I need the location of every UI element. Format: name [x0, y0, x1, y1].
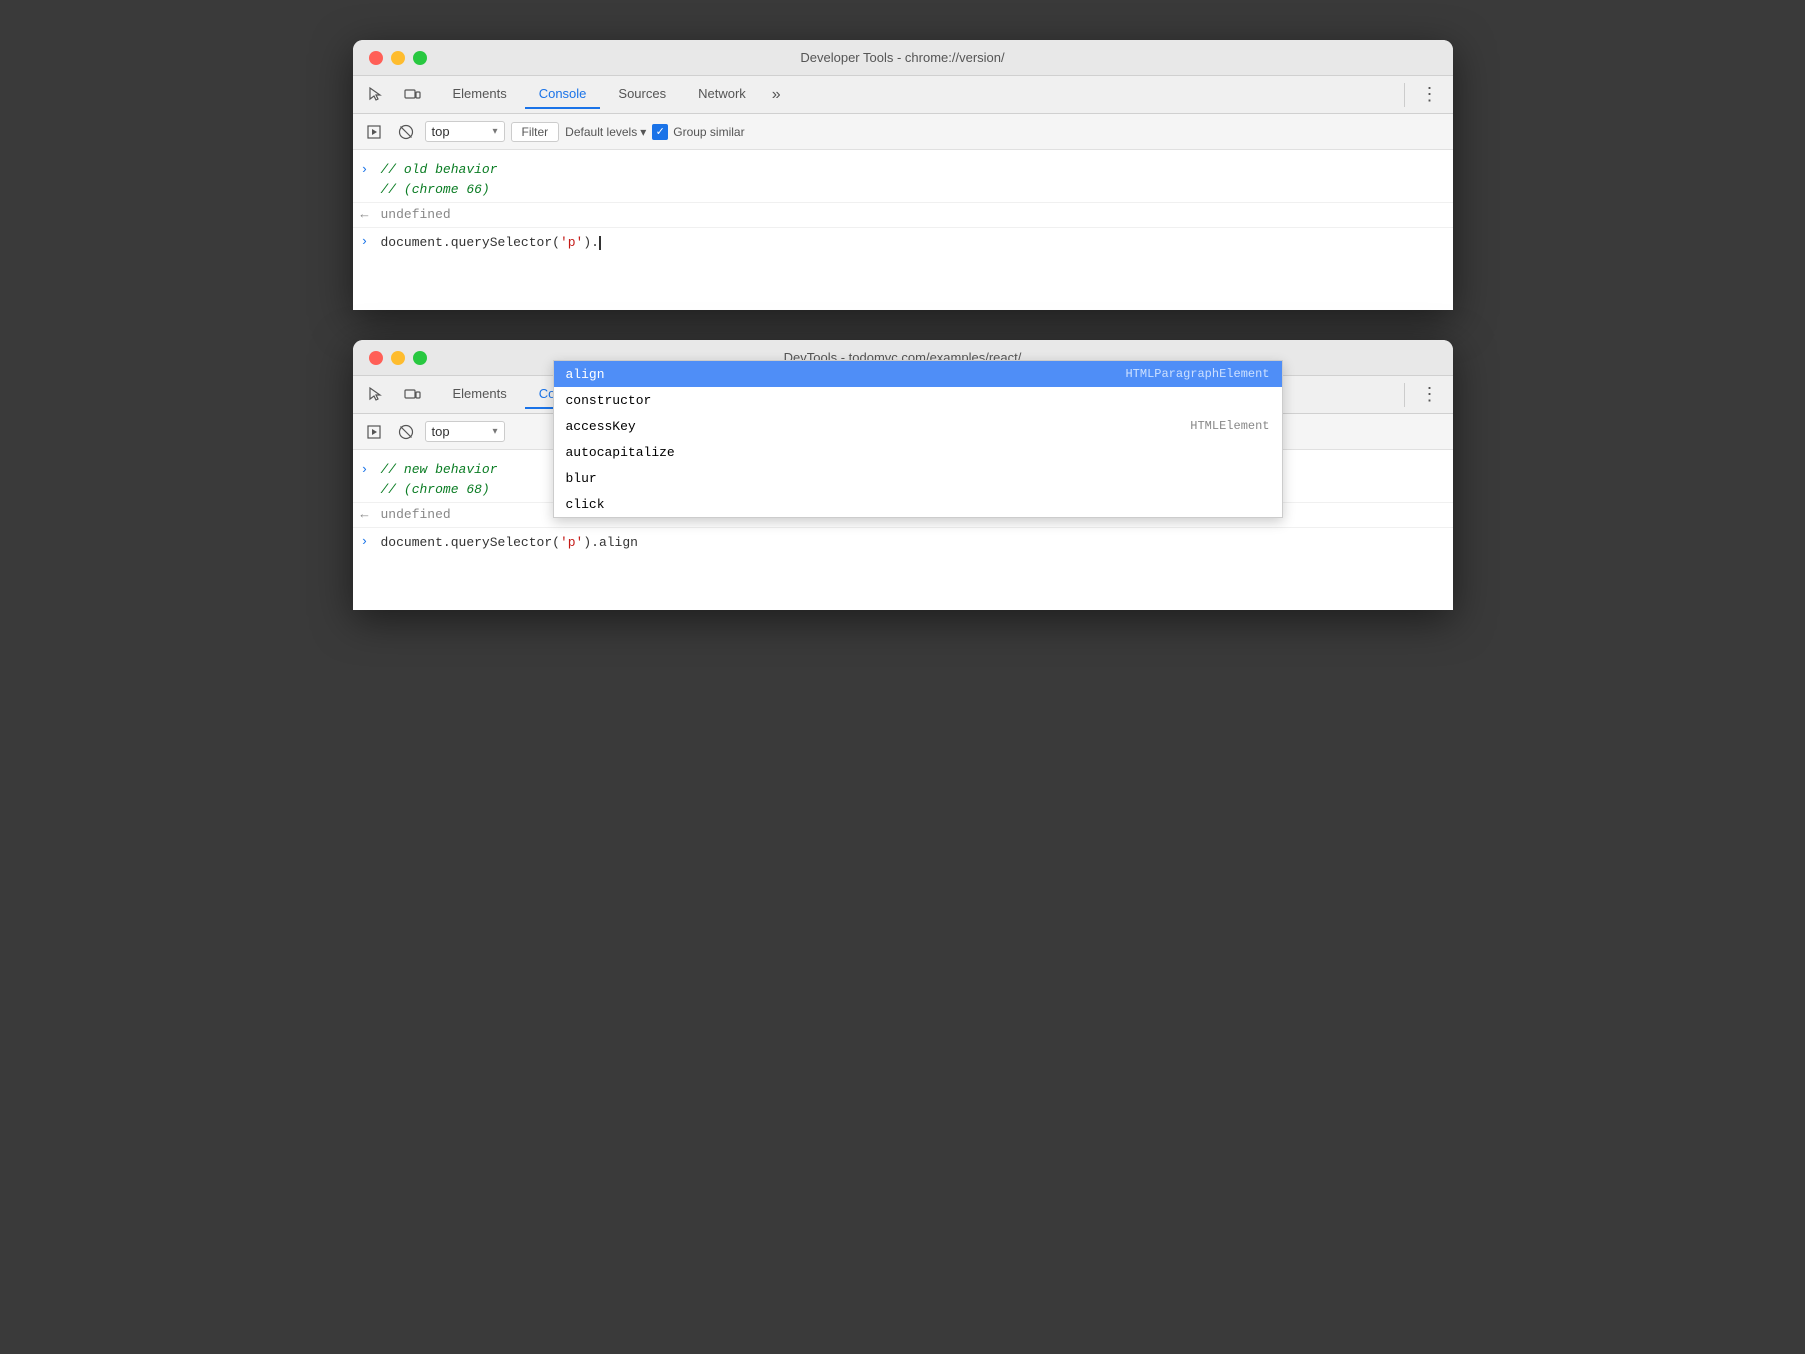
group-similar-label-1: Group similar [673, 125, 744, 139]
input-prompt-2: › [361, 532, 373, 552]
autocomplete-label-5: click [566, 497, 1270, 512]
console-code-1: // old behavior// (chrome 66) [381, 160, 498, 200]
console-entry-1: › // old behavior// (chrome 66) [353, 158, 1453, 203]
group-similar-container-1: ✓ Group similar [652, 124, 744, 140]
prompt-icon-3: › [361, 460, 373, 480]
console-toolbar-1: top ▾ Filter Default levels ▾ ✓ Group si… [353, 114, 1453, 150]
window-controls-1 [369, 51, 427, 65]
devtools-window-1: Developer Tools - chrome://version/ Elem… [353, 40, 1453, 310]
prompt-icon-1: › [361, 160, 373, 180]
autocomplete-label-0: align [566, 367, 1126, 382]
more-options-icon-2[interactable]: ⋮ [1415, 380, 1445, 410]
autocomplete-label-2: accessKey [566, 419, 1191, 434]
context-label-2: top [432, 424, 450, 439]
console-input-text-1: document.querySelector('p'). [381, 235, 601, 250]
window-controls-2 [369, 351, 427, 365]
inspect-icon-2[interactable] [361, 380, 391, 410]
inspect-icon[interactable] [361, 80, 391, 110]
tab-bar-right-1: ⋮ [1398, 80, 1445, 110]
close-button-1[interactable] [369, 51, 383, 65]
autocomplete-item-2[interactable]: accessKey HTMLElement [554, 413, 1282, 439]
autocomplete-item-0[interactable]: align HTMLParagraphElement [554, 361, 1282, 387]
run-script-button-2[interactable] [361, 419, 387, 445]
return-icon-2: ← [361, 505, 373, 525]
autocomplete-label-3: autocapitalize [566, 445, 1270, 460]
tab-console-1[interactable]: Console [525, 80, 601, 109]
autocomplete-label-1: constructor [566, 393, 1270, 408]
return-icon-1: ← [361, 205, 373, 225]
autocomplete-type-0: HTMLParagraphElement [1125, 367, 1269, 381]
autocomplete-item-1[interactable]: constructor [554, 387, 1282, 413]
minimize-button-2[interactable] [391, 351, 405, 365]
console-input-line-1[interactable]: › document.querySelector('p'). [353, 228, 1453, 256]
tab-bar-icons-1 [361, 80, 427, 110]
string-value-2: 'p' [560, 535, 583, 550]
tab-bar-1: Elements Console Sources Network » ⋮ [353, 76, 1453, 114]
autocomplete-dropdown: align HTMLParagraphElement constructor a… [553, 360, 1283, 518]
maximize-button-2[interactable] [413, 351, 427, 365]
autocomplete-item-4[interactable]: blur [554, 465, 1282, 491]
context-selector-2[interactable]: top ▾ [425, 421, 505, 442]
tab-sources-1[interactable]: Sources [604, 80, 680, 109]
close-button-2[interactable] [369, 351, 383, 365]
devtools-window-2: DevTools - todomvc.com/examples/react/ E… [353, 340, 1453, 610]
autocomplete-type-2: HTMLElement [1190, 419, 1269, 433]
device-icon[interactable] [397, 80, 427, 110]
autocomplete-label-4: blur [566, 471, 1270, 486]
console-code-2: // new behavior// (chrome 68) [381, 460, 498, 500]
console-input-line-2[interactable]: › document.querySelector('p').align alig… [353, 528, 1453, 556]
console-input-text-2: document.querySelector('p').align [381, 535, 638, 550]
context-dropdown-arrow-2: ▾ [492, 426, 497, 437]
device-icon-2[interactable] [397, 380, 427, 410]
autocomplete-item-3[interactable]: autocapitalize [554, 439, 1282, 465]
levels-button-1[interactable]: Default levels ▾ [565, 125, 646, 139]
console-undefined-1: undefined [381, 205, 451, 225]
context-dropdown-arrow-1: ▾ [492, 126, 497, 137]
tab-elements-2[interactable]: Elements [439, 380, 521, 409]
context-label-1: top [432, 124, 450, 139]
console-content-1: › // old behavior// (chrome 66) ← undefi… [353, 150, 1453, 310]
clear-console-button[interactable] [393, 119, 419, 145]
tab-bar-icons-2 [361, 380, 427, 410]
run-script-button[interactable] [361, 119, 387, 145]
autocomplete-typed-text: align [599, 535, 638, 550]
console-entry-2: ← undefined [353, 203, 1453, 228]
window-title-1: Developer Tools - chrome://version/ [369, 50, 1437, 65]
levels-arrow-1: ▾ [640, 125, 646, 139]
string-value-1: 'p' [560, 235, 583, 250]
tab-bar-right-2: ⋮ [1398, 380, 1445, 410]
more-options-icon-1[interactable]: ⋮ [1415, 80, 1445, 110]
context-selector-1[interactable]: top ▾ [425, 121, 505, 142]
divider-2 [1404, 383, 1405, 407]
checkmark-icon-1: ✓ [656, 125, 665, 138]
cursor-1 [599, 236, 601, 250]
group-similar-checkbox-1[interactable]: ✓ [652, 124, 668, 140]
tab-network-1[interactable]: Network [684, 80, 760, 109]
minimize-button-1[interactable] [391, 51, 405, 65]
tab-elements-1[interactable]: Elements [439, 80, 521, 109]
levels-label-1: Default levels [565, 125, 637, 139]
title-bar-1: Developer Tools - chrome://version/ [353, 40, 1453, 76]
filter-button-1[interactable]: Filter [511, 122, 560, 142]
console-content-2: › // new behavior// (chrome 68) ← undefi… [353, 450, 1453, 610]
more-tabs-icon-1[interactable]: » [764, 82, 789, 108]
maximize-button-1[interactable] [413, 51, 427, 65]
clear-console-button-2[interactable] [393, 419, 419, 445]
autocomplete-item-5[interactable]: click [554, 491, 1282, 517]
divider-1 [1404, 83, 1405, 107]
input-prompt-1: › [361, 232, 373, 252]
console-undefined-2: undefined [381, 505, 451, 525]
